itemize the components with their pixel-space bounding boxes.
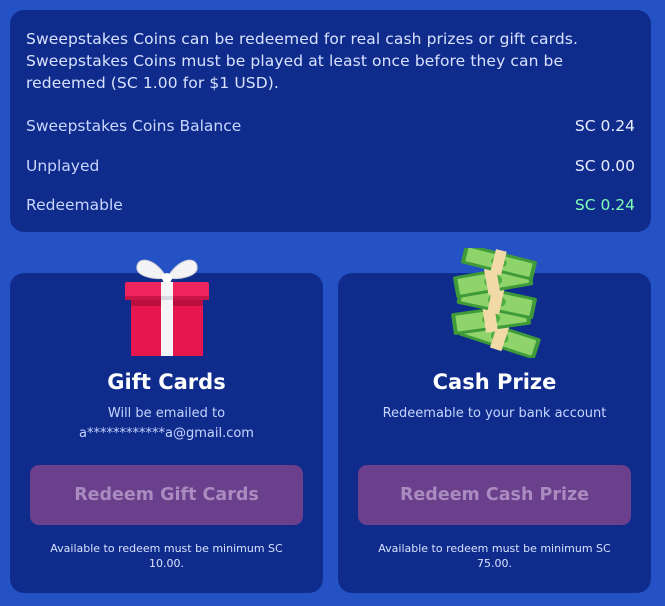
redeem-cash-prize-button[interactable]: Redeem Cash Prize: [358, 465, 631, 525]
gift-cards-email: a************a@gmail.com: [79, 426, 254, 441]
money-stack-icon: [338, 248, 651, 358]
unplayed-label: Unplayed: [26, 157, 100, 175]
redeem-gift-cards-button[interactable]: Redeem Gift Cards: [30, 465, 303, 525]
gift-cards-minimum-note: Available to redeem must be minimum SC 1…: [50, 542, 283, 570]
unplayed-value: SC 0.00: [574, 157, 635, 175]
gift-cards-card: Gift Cards Will be emailed to a*********…: [10, 259, 323, 593]
cash-prize-subtitle: Redeemable to your bank account: [382, 406, 607, 421]
gift-cards-title: Gift Cards: [107, 370, 226, 394]
gift-cards-subtitle: Will be emailed to a************a@gmail.…: [20, 404, 313, 444]
cash-prize-minimum-note: Available to redeem must be minimum SC 7…: [378, 542, 611, 570]
balance-value: SC 0.24: [574, 117, 635, 135]
redeemable-row: Redeemable SC 0.24: [26, 195, 635, 215]
cash-prize-title: Cash Prize: [432, 370, 557, 394]
redeemable-value: SC 0.24: [574, 196, 635, 214]
gift-cards-subtitle-line1: Will be emailed to: [107, 406, 226, 421]
unplayed-row: Unplayed SC 0.00: [26, 156, 635, 176]
gift-box-icon: [10, 248, 323, 358]
coins-description: Sweepstakes Coins can be redeemed for re…: [26, 30, 578, 92]
coins-info-panel: Sweepstakes Coins can be redeemed for re…: [10, 10, 651, 232]
balance-label: Sweepstakes Coins Balance: [26, 117, 242, 135]
redeemable-label: Redeemable: [26, 196, 123, 214]
cash-prize-card: Cash Prize Redeemable to your bank accou…: [338, 248, 651, 593]
balance-row: Sweepstakes Coins Balance SC 0.24: [26, 116, 635, 136]
